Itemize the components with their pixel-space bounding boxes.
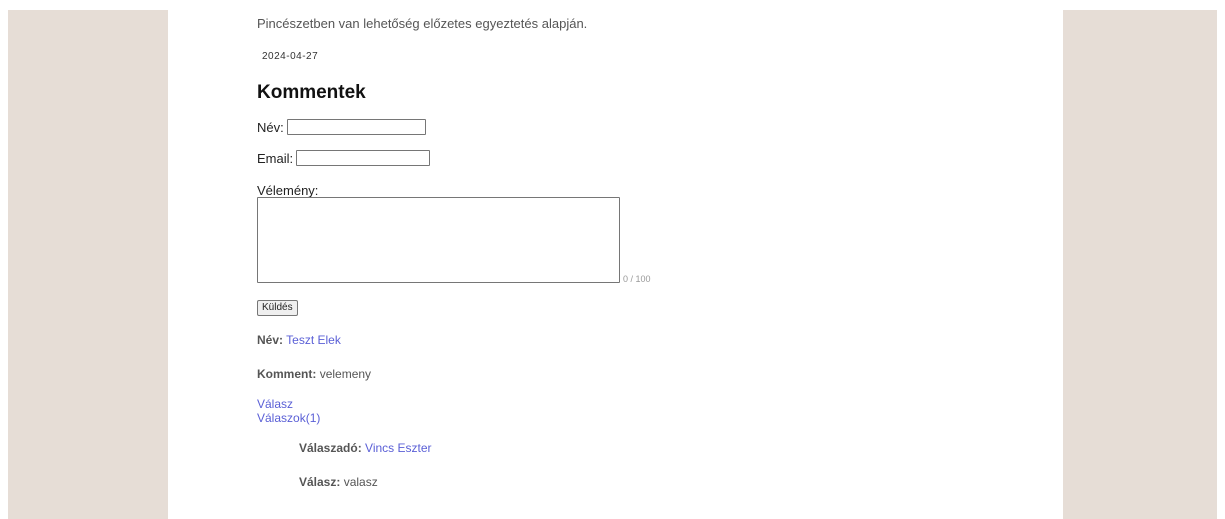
name-row: Név: xyxy=(257,119,426,135)
reply-link[interactable]: Válasz xyxy=(257,397,293,411)
article-intro-text: Pincészetben van lehetőség előzetes egye… xyxy=(257,16,588,31)
comment-body-row: Komment: velemeny xyxy=(257,367,371,381)
opinion-textarea[interactable] xyxy=(257,197,620,283)
comment-author-label: Név: xyxy=(257,333,284,347)
reply-body-label: Válasz: xyxy=(299,475,341,489)
comments-heading: Kommentek xyxy=(257,82,366,103)
opinion-label: Vélemény: xyxy=(257,183,319,198)
reply-author-row: Válaszadó: Vincs Eszter xyxy=(299,441,432,455)
reply-body-text: valasz xyxy=(343,475,378,489)
email-row: Email: xyxy=(257,150,431,166)
comment-body-text: velemeny xyxy=(319,367,372,381)
email-input[interactable] xyxy=(296,150,431,166)
char-counter: 0 / 100 xyxy=(623,274,651,284)
article-date: 2024-04-27 xyxy=(262,51,319,62)
email-label: Email: xyxy=(257,150,294,166)
name-input[interactable] xyxy=(286,119,426,135)
comment-body-label: Komment: xyxy=(257,367,317,381)
name-label: Név: xyxy=(257,119,284,135)
comment-author-row: Név: Teszt Elek xyxy=(257,333,341,347)
comment-author-link[interactable]: Teszt Elek xyxy=(286,333,341,347)
replies-toggle-link[interactable]: Válaszok(1) xyxy=(257,411,320,425)
reply-author-label: Válaszadó: xyxy=(299,441,362,455)
left-side-panel xyxy=(8,10,168,519)
right-side-panel xyxy=(1063,10,1217,519)
reply-body-row: Válasz: valasz xyxy=(299,475,378,489)
submit-button[interactable]: Küldés xyxy=(257,300,298,316)
reply-author-link[interactable]: Vincs Eszter xyxy=(365,441,431,455)
